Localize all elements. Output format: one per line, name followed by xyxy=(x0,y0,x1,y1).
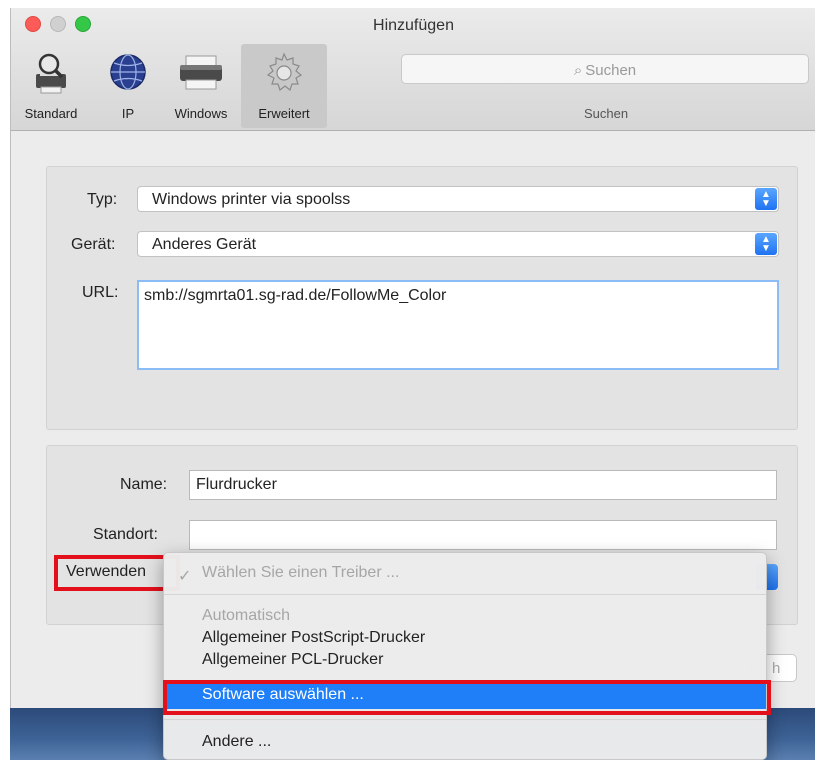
geraet-value: Anderes Gerät xyxy=(152,236,257,253)
globe-icon xyxy=(110,54,146,90)
add-button-partial-text: h xyxy=(772,660,781,677)
typ-popup[interactable]: Windows printer via spoolss ▲ ▼ xyxy=(137,186,779,212)
search-container: ⌕ Suchen xyxy=(401,54,811,88)
url-label: URL: xyxy=(82,284,119,301)
menu-separator xyxy=(164,719,766,720)
gear-icon xyxy=(266,52,303,92)
search-placeholder: ⌕ Suchen xyxy=(573,62,637,79)
name-value: Flurdrucker xyxy=(196,476,277,493)
geraet-label: Gerät: xyxy=(71,236,116,253)
toolbar-erweitert-button[interactable]: Erweitert xyxy=(241,44,327,128)
geraet-popup[interactable]: Anderes Gerät ▲ ▼ xyxy=(137,231,779,257)
menu-item-label: Andere ... xyxy=(202,733,272,750)
typ-label: Typ: xyxy=(87,191,118,208)
windows-printer-icon xyxy=(180,55,222,90)
url-field[interactable]: smb://sgmrta01.sg-rad.de/FollowMe_Color xyxy=(137,280,779,370)
toolbar-area: Hinzufügen Standard IP Windows Erweitert… xyxy=(11,8,815,131)
search-toolbar-label: Suchen xyxy=(583,106,629,121)
chevron-updown-icon: ▲ ▼ xyxy=(755,233,777,255)
driver-dropdown-menu: ✓ Wählen Sie einen Treiber ... Automatis… xyxy=(163,552,767,760)
chevron-updown-icon: ▲ ▼ xyxy=(755,188,777,210)
menu-item-label: Allgemeiner PostScript-Drucker xyxy=(202,629,426,646)
menu-item-pcl[interactable]: Allgemeiner PCL-Drucker xyxy=(164,649,766,671)
toolbar-windows-label: Windows xyxy=(174,106,228,121)
menu-item-header-label: Wählen Sie einen Treiber ... xyxy=(202,564,400,581)
window-title: Hinzufügen xyxy=(373,17,454,34)
menu-item-andere[interactable]: Andere ... xyxy=(164,731,766,753)
menu-item-automatisch: Automatisch xyxy=(164,605,766,627)
menu-item-label: Automatisch xyxy=(202,607,291,624)
default-printer-search-icon xyxy=(36,53,66,94)
name-field[interactable]: Flurdrucker xyxy=(189,470,777,500)
name-label: Name: xyxy=(120,476,168,493)
menu-separator xyxy=(164,594,766,595)
menu-item-postscript[interactable]: Allgemeiner PostScript-Drucker xyxy=(164,627,766,649)
standort-label: Standort: xyxy=(93,526,158,543)
menu-item-label: Allgemeiner PCL-Drucker xyxy=(202,651,384,668)
toolbar-ip-button[interactable]: IP xyxy=(103,44,153,128)
toolbar-standard-label: Standard xyxy=(24,106,78,121)
search-icon: ⌕ xyxy=(573,62,583,79)
checkmark-icon: ✓ xyxy=(178,568,192,585)
standort-field[interactable] xyxy=(189,520,777,550)
toolbar-windows-button[interactable]: Windows xyxy=(161,44,241,128)
toolbar-ip-label: IP xyxy=(121,106,135,121)
typ-value: Windows printer via spoolss xyxy=(152,191,351,208)
toolbar-erweitert-label: Erweitert xyxy=(258,106,310,121)
url-value: smb://sgmrta01.sg-rad.de/FollowMe_Color xyxy=(144,287,447,304)
verwenden-highlight xyxy=(54,555,180,591)
search-input[interactable]: ⌕ Suchen xyxy=(401,54,809,84)
software-highlight xyxy=(163,680,771,715)
toolbar-standard-button[interactable]: Standard xyxy=(15,44,87,128)
menu-item-header: ✓ Wählen Sie einen Treiber ... xyxy=(164,562,766,585)
